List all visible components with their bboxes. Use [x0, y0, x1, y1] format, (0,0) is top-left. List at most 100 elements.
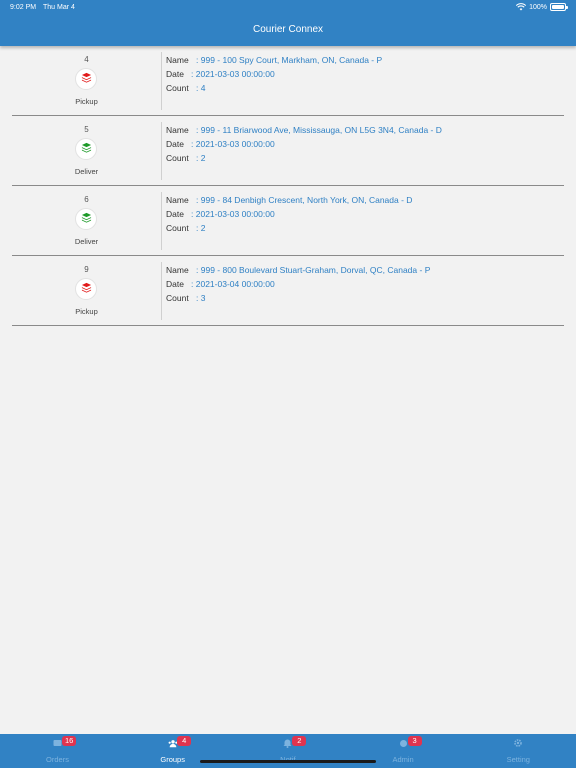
admin-icon	[398, 738, 408, 748]
order-details: Name : 999 - 100 Spy Court, Markham, ON,…	[166, 55, 564, 97]
date-value: : 2021-03-03 00:00:00	[191, 69, 275, 79]
layers-icon	[81, 70, 92, 88]
count-field: Count : 2	[166, 223, 564, 237]
status-indicators: 100%	[516, 3, 568, 11]
separator: :	[196, 223, 199, 233]
date-field: Date : 2021-03-03 00:00:00	[166, 209, 564, 223]
separator: :	[196, 125, 199, 135]
count-value: : 3	[196, 293, 205, 303]
tab-badge: 16	[62, 736, 77, 746]
column-divider	[161, 52, 162, 110]
name-label: Name	[166, 55, 189, 65]
name-label: Name	[166, 195, 189, 205]
count-value: : 4	[196, 83, 205, 93]
tab-label: Setting	[506, 755, 530, 764]
separator: :	[196, 293, 199, 303]
address-text: 999 - 11 Briarwood Ave, Mississauga, ON …	[200, 125, 442, 135]
name-field: Name : 999 - 11 Briarwood Ave, Mississau…	[166, 125, 564, 139]
name-label: Name	[166, 265, 189, 275]
order-type-label: Deliver	[74, 167, 99, 176]
tab-orders[interactable]: 16 Orders	[0, 734, 115, 768]
count-label: Count	[166, 223, 189, 233]
count-text: 2	[200, 153, 206, 163]
layers-icon	[81, 210, 92, 228]
order-type-label: Deliver	[74, 237, 99, 246]
name-field: Name : 999 - 800 Boulevard Stuart-Graham…	[166, 265, 564, 279]
date-label: Date	[166, 279, 184, 289]
address-text: 999 - 84 Denbigh Crescent, North York, O…	[200, 195, 413, 205]
column-divider	[161, 122, 162, 180]
count-value: : 2	[196, 153, 205, 163]
count-label: Count	[166, 153, 189, 163]
separator: :	[191, 279, 194, 289]
order-list: 4 Pickup Name : 999 - 100 Spy Court, Mar…	[12, 46, 564, 326]
order-sequence: 6	[84, 195, 89, 204]
date-text: 2021-03-03 00:00:00	[195, 69, 275, 79]
order-row[interactable]: 9 Pickup Name : 999 - 800 Boulevard Stua…	[12, 256, 564, 326]
tab-setting[interactable]: Setting	[461, 734, 576, 768]
separator: :	[191, 139, 194, 149]
count-field: Count : 2	[166, 153, 564, 167]
order-type-button[interactable]	[75, 68, 97, 90]
separator: :	[196, 195, 199, 205]
order-summary: 6 Deliver	[12, 186, 161, 256]
name-field: Name : 999 - 84 Denbigh Crescent, North …	[166, 195, 564, 209]
order-summary: 9 Pickup	[12, 256, 161, 326]
date-text: 2021-03-03 00:00:00	[195, 209, 275, 219]
separator: :	[191, 209, 194, 219]
count-value: : 2	[196, 223, 205, 233]
order-type-button[interactable]	[75, 278, 97, 300]
date-label: Date	[166, 139, 184, 149]
separator: :	[196, 153, 199, 163]
name-value: : 999 - 11 Briarwood Ave, Mississauga, O…	[196, 125, 442, 135]
order-details: Name : 999 - 11 Briarwood Ave, Mississau…	[166, 125, 564, 167]
name-value: : 999 - 100 Spy Court, Markham, ON, Cana…	[196, 55, 382, 65]
orders-icon	[53, 738, 63, 748]
order-details: Name : 999 - 84 Denbigh Crescent, North …	[166, 195, 564, 237]
separator: :	[196, 83, 199, 93]
order-row[interactable]: 6 Deliver Name : 999 - 84 Denbigh Cresce…	[12, 186, 564, 256]
date-value: : 2021-03-03 00:00:00	[191, 209, 275, 219]
status-date: Thu Mar 4	[43, 4, 75, 11]
status-bar: 9:02 PM Thu Mar 4 100%	[0, 0, 576, 16]
order-type-label: Pickup	[75, 97, 98, 106]
date-label: Date	[166, 69, 184, 79]
tab-badge: 3	[407, 736, 422, 746]
name-field: Name : 999 - 100 Spy Court, Markham, ON,…	[166, 55, 564, 69]
tab-badge: 4	[177, 736, 192, 746]
order-type-label: Pickup	[75, 307, 98, 316]
separator: :	[191, 69, 194, 79]
status-time: 9:02 PM	[10, 4, 37, 11]
order-row[interactable]: 4 Pickup Name : 999 - 100 Spy Court, Mar…	[12, 46, 564, 116]
date-text: 2021-03-03 00:00:00	[195, 139, 275, 149]
order-sequence: 9	[84, 265, 89, 274]
count-text: 3	[200, 293, 206, 303]
address-text: 999 - 100 Spy Court, Markham, ON, Canada…	[200, 55, 383, 65]
order-summary: 4 Pickup	[12, 46, 161, 116]
order-type-button[interactable]	[75, 208, 97, 230]
battery-percent: 100%	[529, 3, 547, 11]
order-summary: 5 Deliver	[12, 116, 161, 186]
order-row[interactable]: 5 Deliver Name : 999 - 11 Briarwood Ave,…	[12, 116, 564, 186]
date-value: : 2021-03-04 00:00:00	[191, 279, 275, 289]
date-field: Date : 2021-03-03 00:00:00	[166, 139, 564, 153]
count-text: 4	[200, 83, 206, 93]
groups-icon	[168, 738, 178, 748]
date-field: Date : 2021-03-03 00:00:00	[166, 69, 564, 83]
app-header: 9:02 PM Thu Mar 4 100% Courier Connex	[0, 0, 576, 46]
address-text: 999 - 800 Boulevard Stuart-Graham, Dorva…	[200, 265, 431, 275]
date-field: Date : 2021-03-04 00:00:00	[166, 279, 564, 293]
order-type-button[interactable]	[75, 138, 97, 160]
count-label: Count	[166, 83, 189, 93]
layers-icon	[81, 140, 92, 158]
column-divider	[161, 262, 162, 320]
tab-label: Orders	[46, 755, 69, 764]
battery-icon	[550, 3, 568, 11]
name-label: Name	[166, 125, 189, 135]
separator: :	[196, 55, 199, 65]
date-label: Date	[166, 209, 184, 219]
count-field: Count : 3	[166, 293, 564, 307]
column-divider	[161, 192, 162, 250]
date-text: 2021-03-04 00:00:00	[195, 279, 275, 289]
count-text: 2	[200, 223, 206, 233]
